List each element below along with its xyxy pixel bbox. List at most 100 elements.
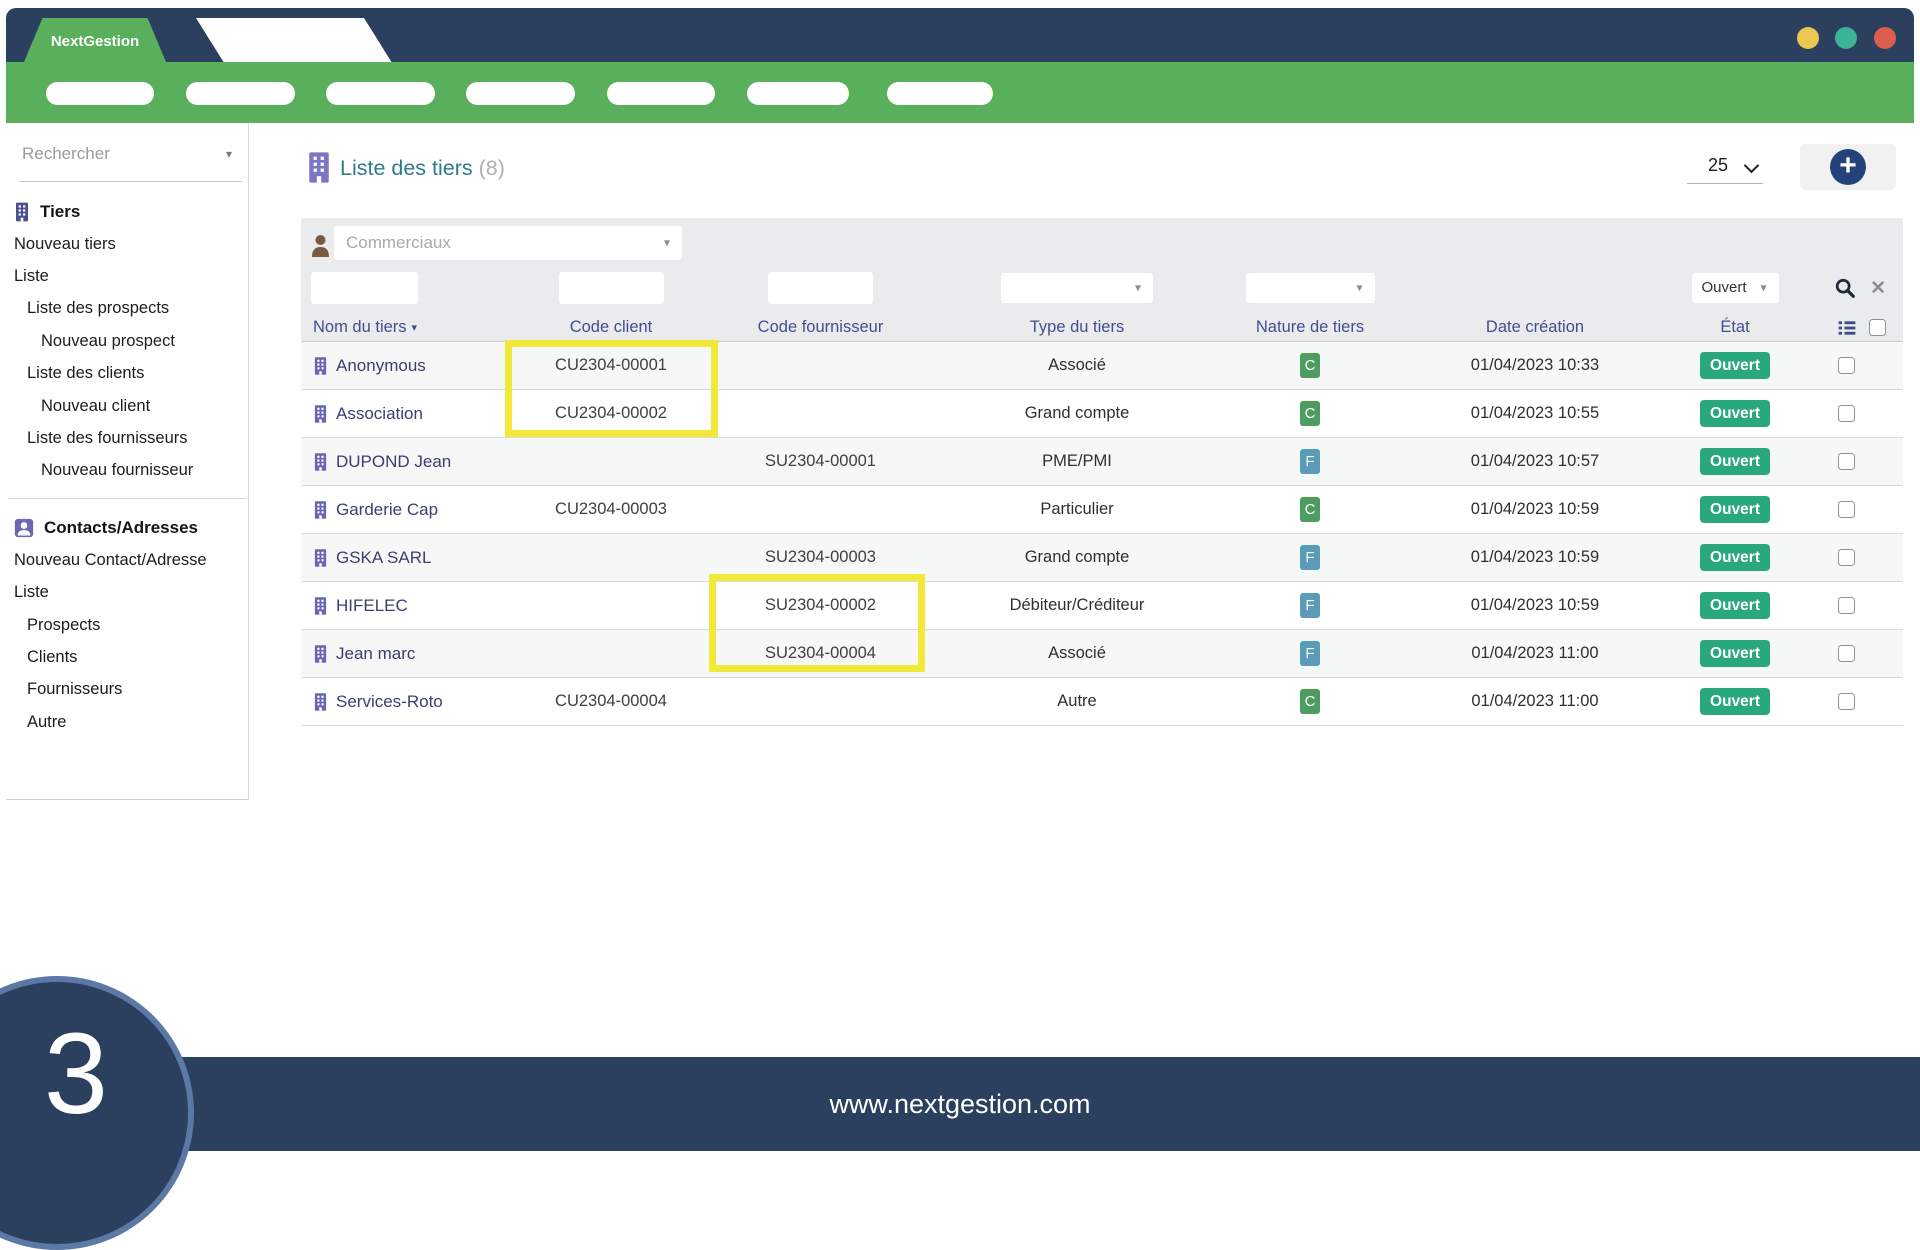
- window-control-teal-icon[interactable]: [1835, 27, 1857, 49]
- chevron-down-icon: ▾: [663, 235, 670, 250]
- state-badge[interactable]: Ouvert: [1700, 688, 1770, 715]
- code-client-cell: [505, 582, 717, 629]
- building-icon: [313, 644, 328, 664]
- record-count: (8): [478, 156, 505, 180]
- sidebar-item-nouveau-tiers[interactable]: Nouveau tiers: [6, 228, 248, 260]
- page-size-select[interactable]: 25: [1687, 153, 1770, 185]
- sidebar-item-nouveau-fournisseur[interactable]: Nouveau fournisseur: [6, 455, 248, 487]
- footer-bar: www.nextgestion.com: [0, 1057, 1920, 1151]
- filter-state-select[interactable]: Ouvert ▾: [1691, 273, 1779, 303]
- sidebar-section-contacts-adresses[interactable]: Contacts/Adresses: [6, 512, 248, 544]
- row-checkbox[interactable]: [1838, 501, 1855, 518]
- sidebar-item-nouveau-prospect[interactable]: Nouveau prospect: [6, 325, 248, 357]
- filter-code-fournisseur-input[interactable]: [768, 272, 873, 304]
- row-checkbox[interactable]: [1838, 645, 1855, 662]
- nav-item-placeholder[interactable]: [46, 82, 154, 105]
- building-icon: [313, 452, 328, 472]
- filter-type-select[interactable]: ▾: [1001, 273, 1153, 303]
- building-icon: [313, 356, 328, 376]
- table-row[interactable]: Jean marc SU2304-00004 Associé F 01/04/2…: [301, 630, 1903, 678]
- step-number: 3: [44, 1010, 108, 1138]
- table-row[interactable]: Services-Roto CU2304-00004 Autre C 01/04…: [301, 678, 1903, 726]
- code-client-cell: CU2304-00004: [555, 692, 667, 710]
- window-control-yellow-icon[interactable]: [1797, 27, 1819, 49]
- state-badge[interactable]: Ouvert: [1700, 496, 1770, 523]
- date-creation-cell: 01/04/2023 10:33: [1470, 356, 1600, 374]
- tier-name: Anonymous: [336, 355, 426, 375]
- tier-name: Services-Roto: [336, 691, 443, 711]
- column-header-date[interactable]: Date création: [1390, 314, 1680, 341]
- search-icon[interactable]: [1834, 277, 1856, 299]
- list-view-icon[interactable]: [1837, 318, 1857, 338]
- table-body: Anonymous CU2304-00001 Associé C 01/04/2…: [301, 341, 1903, 726]
- sidebar-item-autre[interactable]: Autre: [6, 706, 248, 738]
- chevron-down-icon: [1743, 157, 1760, 174]
- chevron-down-icon: ▾: [226, 147, 233, 161]
- sidebar-item-liste[interactable]: Liste: [6, 577, 248, 609]
- column-header-nom[interactable]: Nom du tiers ▾: [301, 314, 505, 341]
- sidebar-item-prospects[interactable]: Prospects: [6, 609, 248, 641]
- nav-item-placeholder[interactable]: [466, 82, 575, 105]
- sidebar-item-fournisseurs[interactable]: Fournisseurs: [6, 674, 248, 706]
- type-cell: Grand compte: [1024, 548, 1130, 566]
- sort-caret-icon: ▾: [411, 322, 418, 334]
- building-icon: [313, 548, 328, 568]
- nav-item-placeholder[interactable]: [747, 82, 849, 105]
- nature-badge: C: [1300, 497, 1320, 522]
- table-row[interactable]: Association CU2304-00002 Grand compte C …: [301, 390, 1903, 438]
- row-checkbox[interactable]: [1838, 693, 1855, 710]
- table-row[interactable]: Anonymous CU2304-00001 Associé C 01/04/2…: [301, 342, 1903, 390]
- clear-filters-icon[interactable]: ✕: [1870, 279, 1886, 298]
- type-cell: Autre: [1057, 692, 1097, 710]
- column-header-etat[interactable]: État: [1680, 314, 1790, 341]
- state-badge[interactable]: Ouvert: [1700, 352, 1770, 379]
- column-header-code-client[interactable]: Code client: [505, 314, 717, 341]
- column-header-type[interactable]: Type du tiers: [924, 314, 1230, 341]
- state-badge[interactable]: Ouvert: [1700, 448, 1770, 475]
- sidebar-item-liste-des-fournisseurs[interactable]: Liste des fournisseurs: [6, 422, 248, 454]
- filter-code-client-input[interactable]: [558, 272, 664, 304]
- building-icon: [313, 596, 328, 616]
- type-cell: Débiteur/Créditeur: [1009, 596, 1145, 614]
- sidebar-item-nouveau-contact-adresse[interactable]: Nouveau Contact/Adresse: [6, 544, 248, 576]
- table-row[interactable]: Garderie Cap CU2304-00003 Particulier C …: [301, 486, 1903, 534]
- state-badge[interactable]: Ouvert: [1700, 640, 1770, 667]
- sidebar-item-clients[interactable]: Clients: [6, 641, 248, 673]
- code-client-cell: [505, 534, 717, 581]
- select-all-checkbox[interactable]: [1869, 319, 1886, 336]
- row-checkbox[interactable]: [1838, 405, 1855, 422]
- sidebar-section-tiers[interactable]: Tiers: [6, 196, 248, 228]
- table-row[interactable]: DUPOND Jean SU2304-00001 PME/PMI F 01/04…: [301, 438, 1903, 486]
- code-fournisseur-cell: [717, 678, 924, 725]
- commercial-filter-select[interactable]: Commerciaux ▾: [334, 226, 682, 260]
- table-row[interactable]: HIFELEC SU2304-00002 Débiteur/Créditeur …: [301, 582, 1903, 630]
- filter-nature-select[interactable]: ▾: [1245, 273, 1375, 303]
- sidebar-item-nouveau-client[interactable]: Nouveau client: [6, 390, 248, 422]
- sidebar-item-liste-des-prospects[interactable]: Liste des prospects: [6, 293, 248, 325]
- add-record-button[interactable]: +: [1800, 144, 1896, 190]
- state-badge[interactable]: Ouvert: [1700, 544, 1770, 571]
- window-control-red-icon[interactable]: [1874, 27, 1896, 49]
- sidebar-item-liste-des-clients[interactable]: Liste des clients: [6, 358, 248, 390]
- nav-item-placeholder[interactable]: [607, 82, 715, 105]
- table-row[interactable]: GSKA SARL SU2304-00003 Grand compte F 01…: [301, 534, 1903, 582]
- state-badge[interactable]: Ouvert: [1700, 592, 1770, 619]
- nature-badge: C: [1300, 689, 1320, 714]
- tier-name: Garderie Cap: [336, 499, 439, 519]
- row-checkbox[interactable]: [1838, 549, 1855, 566]
- row-checkbox[interactable]: [1838, 597, 1855, 614]
- code-client-cell: CU2304-00001: [555, 356, 667, 374]
- date-creation-cell: 01/04/2023 11:00: [1471, 692, 1599, 710]
- column-header-code-fournisseur[interactable]: Code fournisseur: [717, 314, 924, 341]
- nav-item-placeholder[interactable]: [887, 82, 993, 105]
- code-fournisseur-cell: SU2304-00003: [764, 548, 876, 566]
- sidebar-item-liste[interactable]: Liste: [6, 260, 248, 292]
- filter-name-input[interactable]: [311, 272, 418, 304]
- row-checkbox[interactable]: [1838, 453, 1855, 470]
- state-badge[interactable]: Ouvert: [1700, 400, 1770, 427]
- sidebar-search[interactable]: Rechercher ▾: [6, 123, 248, 183]
- nav-item-placeholder[interactable]: [186, 82, 295, 105]
- column-header-nature[interactable]: Nature de tiers: [1230, 314, 1390, 341]
- nav-item-placeholder[interactable]: [326, 82, 435, 105]
- row-checkbox[interactable]: [1838, 357, 1855, 374]
